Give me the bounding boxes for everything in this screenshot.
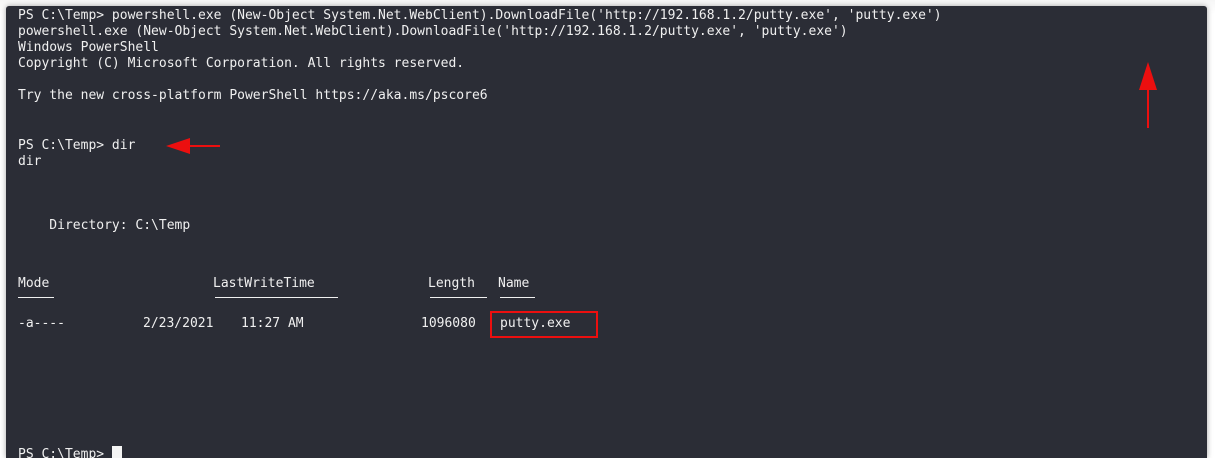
arrow-left-icon <box>166 138 220 154</box>
row-date: 2/23/2021 <box>143 316 214 331</box>
banner-title: Windows PowerShell <box>18 40 159 55</box>
final-prompt[interactable]: PS C:\Temp> <box>18 446 122 458</box>
row-time: 11:27 AM <box>241 316 304 331</box>
header-name: Name <box>498 276 530 291</box>
row-length: 1096080 <box>421 316 476 331</box>
command-line-dir: PS C:\Temp> dir <box>18 138 136 153</box>
command-line-download: PS C:\Temp> powershell.exe (New-Object S… <box>18 8 942 23</box>
header-length-underline <box>430 297 487 298</box>
directory-heading: Directory: C:\Temp <box>18 218 191 233</box>
terminal-window[interactable]: PS C:\Temp> powershell.exe (New-Object S… <box>6 6 1207 458</box>
banner-try-pscore: Try the new cross-platform PowerShell ht… <box>18 88 488 103</box>
command-echo-dir: dir <box>18 154 42 169</box>
header-mode: Mode <box>18 276 50 291</box>
header-length: Length <box>428 276 475 291</box>
text-cursor <box>111 446 122 458</box>
header-mode-underline <box>18 297 54 298</box>
arrow-up-icon <box>1139 62 1157 128</box>
final-prompt-text: PS C:\Temp> <box>18 447 112 458</box>
header-name-underline <box>500 297 535 298</box>
header-last-write-time: LastWriteTime <box>213 276 315 291</box>
banner-copyright: Copyright (C) Microsoft Corporation. All… <box>18 56 465 71</box>
header-last-write-time-underline <box>215 297 338 298</box>
command-echo-download: powershell.exe (New-Object System.Net.We… <box>18 24 848 39</box>
screenshot-frame: PS C:\Temp> powershell.exe (New-Object S… <box>0 0 1215 458</box>
row-mode: -a---- <box>18 316 65 331</box>
filename-highlight-box <box>490 311 598 338</box>
